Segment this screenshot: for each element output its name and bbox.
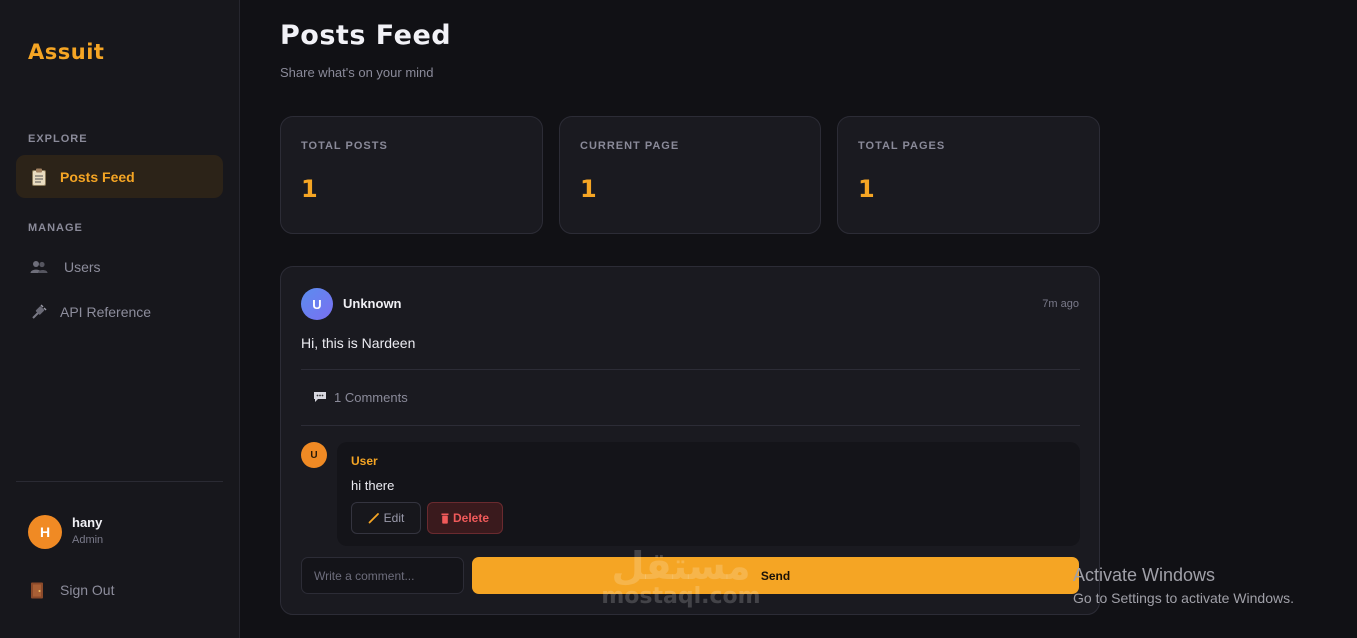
- avatar: U: [301, 288, 333, 320]
- sidebar-item-label: Users: [64, 258, 101, 275]
- stat-card-current-page: CURRENT PAGE 1: [559, 116, 821, 234]
- page-title: Posts Feed: [280, 20, 452, 51]
- delete-button[interactable]: Delete: [427, 502, 503, 534]
- stat-value: 1: [580, 175, 597, 203]
- post-divider: [301, 369, 1080, 370]
- post-author: Unknown: [343, 296, 402, 311]
- stat-label: CURRENT PAGE: [580, 140, 680, 152]
- post-timestamp: 7m ago: [1042, 298, 1079, 310]
- sidebar-divider: [16, 481, 223, 482]
- sidebar-item-api-reference[interactable]: API Reference: [16, 290, 223, 333]
- user-name: hany: [72, 515, 103, 530]
- stat-label: TOTAL POSTS: [301, 140, 388, 152]
- edit-button[interactable]: Edit: [351, 502, 421, 534]
- sidebar: Assuit EXPLORE Posts Feed MANAGE Users A…: [0, 0, 240, 638]
- activate-subtitle: Go to Settings to activate Windows.: [1073, 590, 1294, 606]
- post-card: U Unknown 7m ago Hi, this is Nardeen 1 C…: [280, 266, 1100, 615]
- explore-section-label: EXPLORE: [28, 133, 88, 145]
- activate-windows-notice: Activate Windows Go to Settings to activ…: [1073, 565, 1294, 606]
- comments-toggle[interactable]: 1 Comments: [313, 389, 408, 405]
- pencil-icon: [368, 512, 380, 524]
- send-button[interactable]: Send: [472, 557, 1079, 594]
- post-content: Hi, this is Nardeen: [301, 335, 416, 351]
- edit-label: Edit: [383, 511, 405, 525]
- comments-count: 1 Comments: [334, 389, 408, 405]
- sign-out-button[interactable]: Sign Out: [28, 580, 114, 600]
- sidebar-item-label: API Reference: [60, 303, 152, 320]
- sidebar-item-users[interactable]: Users: [16, 245, 223, 288]
- stat-card-total-posts: TOTAL POSTS 1: [280, 116, 543, 234]
- comment-text: hi there: [351, 478, 395, 493]
- door-icon: [28, 581, 46, 599]
- avatar: U: [301, 442, 327, 468]
- page-subtitle: Share what's on your mind: [280, 65, 434, 80]
- comment-author: User: [351, 454, 378, 468]
- clipboard-icon: [30, 168, 48, 186]
- sidebar-item-label: Posts Feed: [60, 168, 135, 185]
- post-divider: [301, 425, 1080, 426]
- stat-value: 1: [858, 175, 875, 203]
- stat-card-total-pages: TOTAL PAGES 1: [837, 116, 1100, 234]
- activate-title: Activate Windows: [1073, 565, 1216, 585]
- comment-input[interactable]: [301, 557, 464, 594]
- sidebar-item-posts-feed[interactable]: Posts Feed: [16, 155, 223, 198]
- avatar[interactable]: H: [28, 515, 62, 549]
- plug-icon: [30, 303, 48, 321]
- trash-icon: [441, 513, 449, 524]
- brand-logo[interactable]: Assuit: [28, 40, 104, 64]
- sign-out-label: Sign Out: [60, 582, 115, 598]
- stat-value: 1: [301, 175, 318, 203]
- user-role: Admin: [72, 534, 104, 546]
- stat-label: TOTAL PAGES: [858, 140, 946, 152]
- delete-label: Delete: [452, 511, 490, 525]
- comment-icon: [313, 390, 327, 404]
- manage-section-label: MANAGE: [28, 222, 83, 234]
- users-icon: [30, 258, 48, 276]
- comment-item: User hi there Edit Delete: [337, 442, 1080, 546]
